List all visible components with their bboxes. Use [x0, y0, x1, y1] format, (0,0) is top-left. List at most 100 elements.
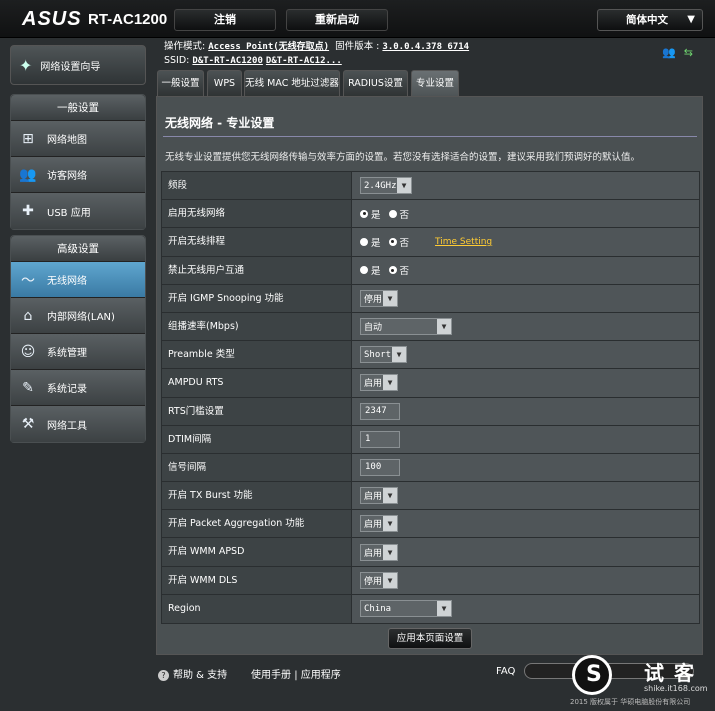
sidebar-item-label: 网络工具	[47, 420, 87, 432]
preamble-value: Short	[364, 349, 392, 360]
row-label: Preamble 类型	[162, 341, 352, 369]
help-support-link[interactable]: ? 帮助 & 支持	[158, 666, 227, 681]
advanced-settings-section: 高级设置 〜 无线网络 ⌂ 内部网络(LAN) ☺ 系统管理 ✎ 系统记录 ⚒ …	[10, 235, 146, 443]
sidebar-item-tools[interactable]: ⚒ 网络工具	[11, 406, 145, 442]
chevron-down-icon: ▼	[383, 544, 397, 560]
tab-wps[interactable]: WPS	[207, 70, 242, 96]
sidebar-item-label: 系统管理	[47, 348, 87, 359]
table-row: Preamble 类型 Short ▼	[162, 341, 699, 370]
chevron-down-icon: ▼	[397, 178, 411, 194]
usb-icon[interactable]: ⇆	[684, 46, 693, 59]
row-label: RTS门槛设置	[162, 397, 352, 425]
row-label: 信号间隔	[162, 453, 352, 482]
sidebar-item-admin[interactable]: ☺ 系统管理	[11, 334, 145, 370]
wmm-dls-select[interactable]: 停用 ▼	[360, 571, 398, 589]
tab-professional[interactable]: 专业设置	[411, 70, 459, 96]
sidebar-item-network-map[interactable]: ⊞ 网络地图	[11, 121, 145, 157]
enable-radio-yes[interactable]: 是	[360, 207, 381, 221]
radio-dot	[360, 266, 368, 275]
manual-link[interactable]: 使用手册	[251, 670, 291, 681]
table-row: 开启 Packet Aggregation 功能 启用 ▼	[162, 510, 699, 539]
isolation-no[interactable]: 否	[388, 263, 410, 278]
logout-button[interactable]: 注销	[174, 9, 276, 31]
client-icon[interactable]: 👥	[662, 46, 676, 59]
isolation-yes[interactable]: 是	[360, 263, 381, 277]
setup-wizard-button[interactable]: ✦ 网络设置向导	[10, 45, 146, 85]
band-select[interactable]: 2.4GHz ▼	[360, 177, 412, 195]
table-row: 启用无线网络 是 否	[162, 200, 699, 229]
tab-radius[interactable]: RADIUS设置	[343, 70, 408, 96]
table-row: 开启 WMM APSD 启用 ▼	[162, 538, 699, 567]
sidebar-item-label: 访客网络	[47, 171, 87, 182]
row-label: Region	[162, 594, 352, 623]
wmm-apsd-select[interactable]: 启用 ▼	[360, 543, 398, 561]
firmware-link[interactable]: 3.0.0.4.378_6714	[382, 42, 469, 52]
radio-label: 否	[399, 266, 410, 278]
sidebar-item-label: USB 应用	[47, 207, 91, 219]
sidebar-item-label: 系统记录	[47, 384, 87, 395]
sidebar-item-wireless[interactable]: 〜 无线网络	[11, 262, 145, 298]
model-name: RT-AC1200	[88, 11, 168, 28]
time-setting-link[interactable]: Time Setting	[435, 237, 492, 247]
row-label: 组播速率(Mbps)	[162, 312, 352, 341]
sidebar-item-log[interactable]: ✎ 系统记录	[11, 370, 145, 406]
tab-mac-filter[interactable]: 无线 MAC 地址过滤器	[244, 70, 340, 96]
sidebar-item-usb-app[interactable]: ✚ USB 应用	[11, 193, 145, 229]
chevron-down-icon: ▼	[687, 14, 695, 25]
multicast-rate-value: 自动	[364, 323, 383, 334]
row-label: 频段	[162, 172, 352, 200]
schedule-yes[interactable]: 是	[360, 235, 381, 249]
table-row: 信号间隔 100	[162, 453, 699, 483]
reboot-button[interactable]: 重新启动	[286, 9, 388, 31]
row-label: 开启 Packet Aggregation 功能	[162, 510, 352, 538]
dtim-input[interactable]: 1	[360, 430, 400, 448]
guest-network-icon: 👥	[19, 166, 37, 183]
rts-threshold-input[interactable]: 2347	[360, 402, 400, 420]
region-select[interactable]: China ▼	[360, 600, 452, 618]
ssid-24g[interactable]: D&T-RT-AC1200	[192, 56, 262, 66]
tab-general[interactable]: 一般设置	[157, 70, 204, 96]
app-link[interactable]: 应用程序	[301, 670, 341, 681]
row-label: 禁止无线用户互通	[162, 256, 352, 284]
tx-burst-select[interactable]: 启用 ▼	[360, 487, 398, 505]
apply-button[interactable]: 应用本页面设置	[388, 628, 472, 649]
table-row: 组播速率(Mbps) 自动 ▼	[162, 312, 699, 342]
ssid-label: SSID:	[164, 55, 190, 66]
chevron-down-icon: ▼	[383, 572, 397, 588]
watermark-url: shike.it168.com	[644, 684, 708, 693]
firmware-label: 固件版本 :	[335, 41, 380, 52]
chevron-down-icon: ▼	[383, 290, 397, 306]
magic-wand-icon: ✦	[19, 55, 33, 75]
radio-label: 是	[371, 266, 381, 278]
settings-form: 频段 2.4GHz ▼ 启用无线网络 是 否 开启无线排程 是 否 Time Se…	[161, 171, 700, 624]
radio-label: 是	[371, 209, 381, 221]
radio-dot	[388, 266, 397, 275]
help-icon: ?	[158, 670, 169, 681]
language-select[interactable]: 简体中文 ▼	[597, 9, 703, 31]
mode-link[interactable]: Access Point(无线存取点)	[208, 42, 329, 52]
schedule-no[interactable]: 否	[388, 235, 409, 249]
help-label: 帮助 & 支持	[173, 670, 228, 681]
table-row: Region China ▼	[162, 594, 699, 623]
radio-dot	[360, 209, 368, 218]
region-value: China	[364, 603, 392, 614]
row-label: AMPDU RTS	[162, 369, 352, 397]
sidebar-item-lan[interactable]: ⌂ 内部网络(LAN)	[11, 298, 145, 334]
igmp-select[interactable]: 停用 ▼	[360, 289, 398, 307]
ampdu-rts-select[interactable]: 启用 ▼	[360, 374, 398, 392]
preamble-select[interactable]: Short ▼	[360, 346, 407, 364]
sidebar-item-guest-network[interactable]: 👥 访客网络	[11, 157, 145, 193]
packet-aggregation-select[interactable]: 启用 ▼	[360, 515, 398, 533]
chevron-down-icon: ▼	[383, 488, 397, 504]
table-row: RTS门槛设置 2347	[162, 397, 699, 426]
admin-icon: ☺	[20, 343, 36, 360]
packet-aggregation-value: 启用	[364, 520, 383, 531]
radio-label: 是	[371, 237, 381, 249]
radio-dot	[360, 237, 368, 246]
igmp-value: 停用	[364, 294, 383, 305]
beacon-interval-input[interactable]: 100	[360, 458, 400, 476]
enable-radio-no[interactable]: 否	[388, 207, 409, 221]
multicast-rate-select[interactable]: 自动 ▼	[360, 318, 452, 336]
chevron-down-icon: ▼	[437, 319, 451, 335]
ssid-5g[interactable]: D&T-RT-AC12...	[266, 56, 342, 66]
